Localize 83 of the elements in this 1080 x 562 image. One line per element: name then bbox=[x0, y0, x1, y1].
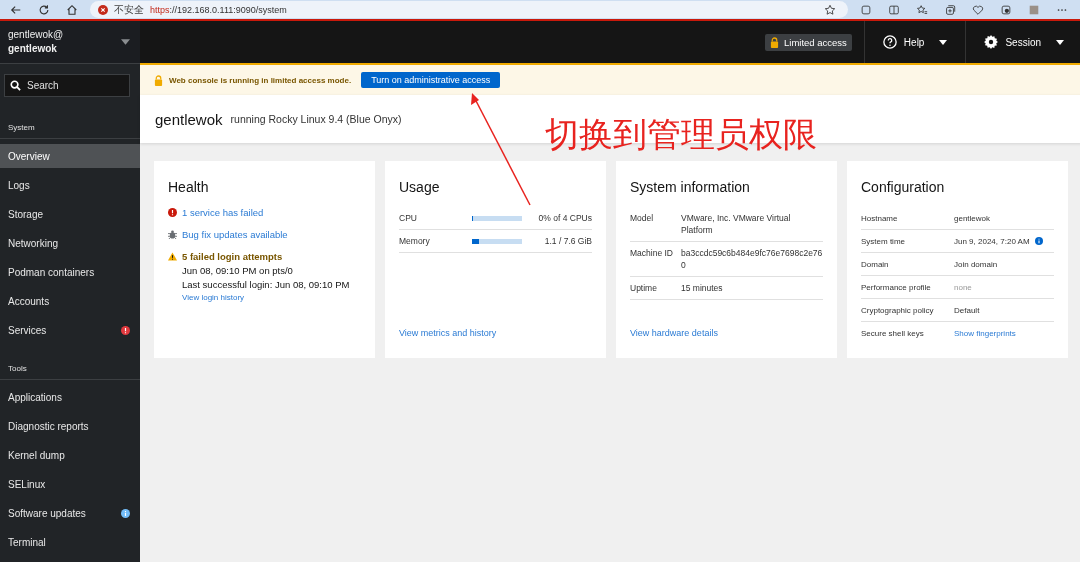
nav-item[interactable]: Services bbox=[0, 318, 140, 342]
error-icon bbox=[98, 4, 108, 15]
admin-access-button[interactable]: Turn on administrative access bbox=[361, 72, 501, 88]
info-icon bbox=[121, 508, 130, 518]
row-value: 0% of 4 CPUs bbox=[537, 213, 592, 223]
url-text: https://192.168.0.111:9090/system bbox=[150, 4, 287, 15]
split-screen-icon[interactable] bbox=[888, 3, 900, 16]
link[interactable]: View hardware details bbox=[630, 328, 823, 338]
row-label: CPU bbox=[399, 213, 418, 223]
row-label: Model bbox=[630, 212, 655, 225]
row-value: none bbox=[954, 282, 972, 292]
home-icon[interactable] bbox=[66, 3, 78, 16]
nav-item[interactable]: Podman containers bbox=[0, 260, 140, 284]
link[interactable]: View metrics and history bbox=[399, 328, 592, 338]
back-icon[interactable] bbox=[10, 3, 22, 16]
banner-message: Web console is running in limited access mode. bbox=[169, 75, 352, 85]
help-menu[interactable]: Help bbox=[863, 21, 966, 63]
row-label: Machine ID bbox=[630, 247, 674, 260]
annotation-text: 切换到管理员权限 bbox=[545, 113, 817, 156]
nav-item[interactable]: Diagnostic reports bbox=[0, 414, 140, 438]
reload-icon[interactable] bbox=[38, 3, 50, 16]
link[interactable]: Show fingerprints bbox=[954, 328, 1016, 338]
row-value: Jun 9, 2024, 7:20 AM bbox=[954, 236, 1030, 246]
lock-icon bbox=[770, 36, 779, 48]
os-subtitle: running Rocky Linux 9.4 (Blue Onyx) bbox=[230, 113, 402, 125]
nav-item[interactable]: Accounts bbox=[0, 289, 140, 313]
card-title: Usage bbox=[399, 179, 441, 195]
star-icon[interactable] bbox=[824, 3, 836, 16]
alert-icon bbox=[121, 325, 130, 335]
link[interactable]: 1 service has failed bbox=[182, 207, 264, 218]
nav-item[interactable]: Storage bbox=[0, 202, 140, 226]
caret-icon bbox=[1056, 39, 1064, 45]
info-icon[interactable] bbox=[1034, 237, 1043, 245]
card-title: Health bbox=[168, 179, 210, 195]
nav-item[interactable]: Applications bbox=[0, 385, 140, 409]
warning-text: 5 failed login attempts bbox=[182, 251, 284, 262]
row-label: Hostname bbox=[861, 213, 899, 223]
nav-item[interactable]: SELinux bbox=[0, 472, 140, 496]
row-value: Join domain bbox=[954, 259, 998, 269]
link[interactable]: Bug fix updates available bbox=[182, 229, 288, 240]
row-label: Secure shell keys bbox=[861, 328, 925, 338]
nav-item[interactable]: Software updates bbox=[0, 501, 140, 525]
nav-item[interactable]: Networking bbox=[0, 231, 140, 255]
row-label: Domain bbox=[861, 259, 890, 269]
row-label: System time bbox=[861, 236, 906, 246]
limited-access-button[interactable]: Limited access bbox=[765, 33, 852, 51]
help-icon bbox=[882, 35, 897, 49]
host-switcher[interactable]: gentlewok@ gentlewok bbox=[0, 21, 140, 64]
row-value: 15 minutes bbox=[681, 282, 724, 294]
nav-item[interactable]: Logs bbox=[0, 173, 140, 197]
bug-icon bbox=[168, 230, 177, 239]
gear-icon bbox=[984, 35, 999, 49]
row-value: ba3ccdc59c6b484e9fc76e7698c2e760 bbox=[681, 247, 823, 271]
row-label: Memory bbox=[399, 236, 431, 246]
row-value: 1.1 / 7.6 GiB bbox=[543, 236, 592, 246]
row-value: gentlewok bbox=[954, 213, 991, 223]
address-bar[interactable]: 不安全 https://192.168.0.111:9090/system bbox=[90, 1, 848, 18]
heart-icon[interactable] bbox=[972, 3, 984, 16]
row-label: Performance profile bbox=[861, 282, 932, 292]
session-menu[interactable]: Session bbox=[965, 21, 1080, 63]
row-value: Default bbox=[954, 305, 980, 315]
nav-item[interactable]: Terminal bbox=[0, 530, 140, 554]
caret-icon bbox=[939, 39, 948, 45]
card-title: System information bbox=[630, 179, 751, 195]
favorites-icon[interactable] bbox=[916, 3, 928, 16]
lock-icon bbox=[154, 74, 163, 86]
row-value: VMware, Inc. VMware Virtual Platform bbox=[681, 212, 792, 236]
search-icon bbox=[10, 80, 21, 91]
row-label: Cryptographic policy bbox=[861, 305, 935, 315]
nav-item[interactable]: Overview bbox=[0, 144, 140, 168]
detail-text: Jun 08, 09:10 PM on pts/0 bbox=[182, 265, 294, 276]
nav-item[interactable]: Kernel dump bbox=[0, 443, 140, 467]
host-title: gentlewok bbox=[155, 110, 223, 128]
collections-icon[interactable] bbox=[944, 3, 956, 16]
card-title: Configuration bbox=[861, 179, 946, 195]
detail-text: Last successful login: Jun 08, 09:10 PM bbox=[182, 279, 350, 290]
search-field[interactable]: Search bbox=[4, 74, 130, 97]
caret-icon bbox=[121, 39, 130, 45]
error-icon bbox=[168, 208, 177, 217]
security-label: 不安全 bbox=[114, 2, 144, 17]
warning-icon bbox=[168, 252, 177, 261]
row-label: Uptime bbox=[630, 282, 658, 294]
link[interactable]: View login history bbox=[182, 293, 350, 302]
